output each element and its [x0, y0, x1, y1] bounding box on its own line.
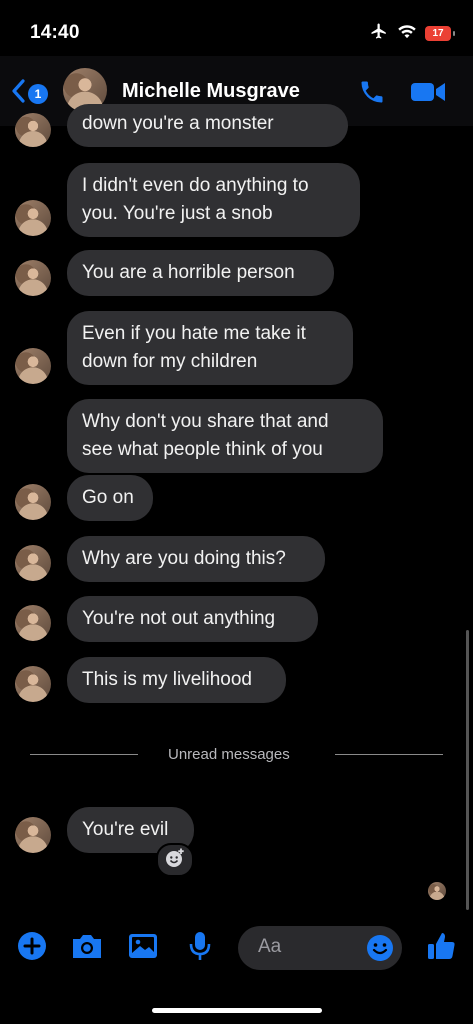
message-text: Even if you hate me take it [82, 323, 306, 344]
message-text: Why don't you share that and [82, 411, 329, 432]
phone-icon [358, 81, 386, 110]
seen-indicator-avatar [428, 882, 446, 900]
message-bubble[interactable]: You are a horrible person [67, 250, 334, 296]
scrollbar[interactable] [466, 630, 469, 910]
add-reaction-button[interactable] [156, 843, 194, 877]
message-input-placeholder: Aa [258, 936, 282, 957]
unread-badge: 1 [28, 83, 48, 104]
message-text: This is my livelihood [82, 669, 252, 690]
message-text: Go on [82, 487, 134, 508]
image-icon [127, 931, 159, 966]
message-text: you. You're just a snob [82, 203, 273, 224]
message-bubble[interactable]: I didn't even do anything to you. You're… [67, 163, 360, 237]
video-call-button[interactable] [410, 80, 446, 109]
divider-line-right [335, 754, 443, 755]
sender-avatar[interactable] [15, 200, 51, 236]
chevron-left-icon [10, 78, 26, 109]
contact-name[interactable]: Michelle Musgrave [122, 80, 300, 103]
sender-avatar[interactable] [15, 666, 51, 702]
camera-icon [70, 931, 104, 966]
add-reaction-icon [164, 847, 186, 874]
sender-avatar[interactable] [15, 817, 51, 853]
message-text: down for my children [82, 351, 258, 372]
sender-avatar[interactable] [15, 348, 51, 384]
battery-indicator: 17 [425, 26, 455, 41]
audio-call-button[interactable] [358, 78, 386, 111]
airplane-icon [369, 22, 389, 45]
status-icons: 17 [369, 22, 455, 45]
message-text: You're not out anything [82, 608, 276, 629]
voice-message-button[interactable] [183, 930, 217, 966]
message-text: You're evil [82, 819, 169, 840]
message-text: down you're a monster [82, 113, 274, 134]
home-indicator[interactable] [152, 1008, 322, 1013]
unread-divider-label: Unread messages [168, 746, 290, 763]
message-text: see what people think of you [82, 439, 323, 460]
sender-avatar[interactable] [15, 113, 51, 147]
status-time: 14:40 [30, 22, 80, 43]
message-bubble[interactable]: down you're a monster [67, 104, 348, 147]
message-bubble[interactable]: Why are you doing this? [67, 536, 325, 582]
video-camera-icon [410, 83, 446, 108]
sender-avatar[interactable] [15, 545, 51, 581]
message-bubble[interactable]: Why don't you share that and see what pe… [67, 399, 383, 473]
camera-button[interactable] [70, 930, 104, 966]
message-text: Why are you doing this? [82, 548, 286, 569]
divider-line-left [30, 754, 138, 755]
more-actions-button[interactable] [15, 930, 49, 966]
like-button[interactable] [424, 930, 458, 966]
emoji-icon [365, 935, 395, 967]
message-bubble[interactable]: You're not out anything [67, 596, 318, 642]
back-button[interactable]: 1 [10, 78, 48, 109]
sender-avatar[interactable] [15, 260, 51, 296]
message-text: I didn't even do anything to [82, 175, 309, 196]
message-bubble[interactable]: Go on [67, 475, 153, 521]
message-text: You are a horrible person [82, 262, 295, 283]
emoji-button[interactable] [365, 933, 395, 968]
sender-avatar[interactable] [15, 484, 51, 520]
microphone-icon [187, 930, 213, 967]
gallery-button[interactable] [126, 930, 160, 966]
wifi-icon [397, 23, 417, 44]
sender-avatar[interactable] [15, 605, 51, 641]
message-bubble[interactable]: Even if you hate me take it down for my … [67, 311, 353, 385]
message-bubble[interactable]: This is my livelihood [67, 657, 286, 703]
plus-icon [16, 930, 48, 967]
thumbs-up-icon [425, 930, 457, 967]
